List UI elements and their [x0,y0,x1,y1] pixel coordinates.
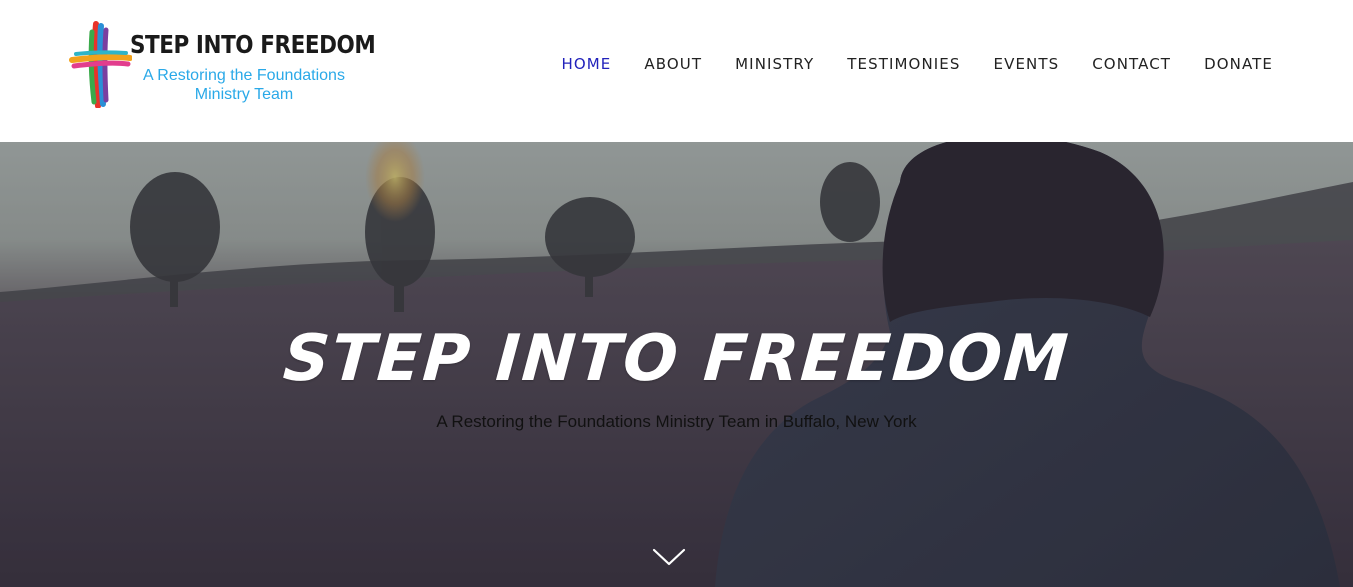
nav-item-donate[interactable]: DONATE [1204,54,1273,74]
hero-subtitle: A Restoring the Foundations Ministry Tea… [436,412,917,431]
cross-logo-icon [69,21,132,108]
hero-section: STEP INTO FREEDOM A Restoring the Founda… [0,142,1353,587]
hero-title: STEP INTO FREEDOM [280,322,1073,396]
nav-item-contact[interactable]: CONTACT [1092,54,1171,74]
nav-item-testimonies[interactable]: TESTIMONIES [847,54,960,74]
nav-item-about[interactable]: ABOUT [644,54,702,74]
nav-item-home[interactable]: HOME [561,54,611,74]
site-header: STEP INTO FREEDOM A Restoring the Founda… [0,0,1353,142]
nav-item-events[interactable]: EVENTS [994,54,1060,74]
nav-item-ministry[interactable]: MINISTRY [735,54,814,74]
logo-subtitle: A Restoring the Foundations Ministry Tea… [134,66,354,104]
logo-subtitle-line-1: A Restoring the Foundations [143,67,345,84]
chevron-down-icon[interactable] [652,546,686,568]
logo-subtitle-line-2: Ministry Team [194,86,294,103]
main-nav: HOME ABOUT MINISTRY TESTIMONIES EVENTS C… [528,54,1273,74]
logo-title: STEP INTO FREEDOM [130,30,376,59]
site-logo[interactable]: STEP INTO FREEDOM A Restoring the Founda… [68,20,376,110]
